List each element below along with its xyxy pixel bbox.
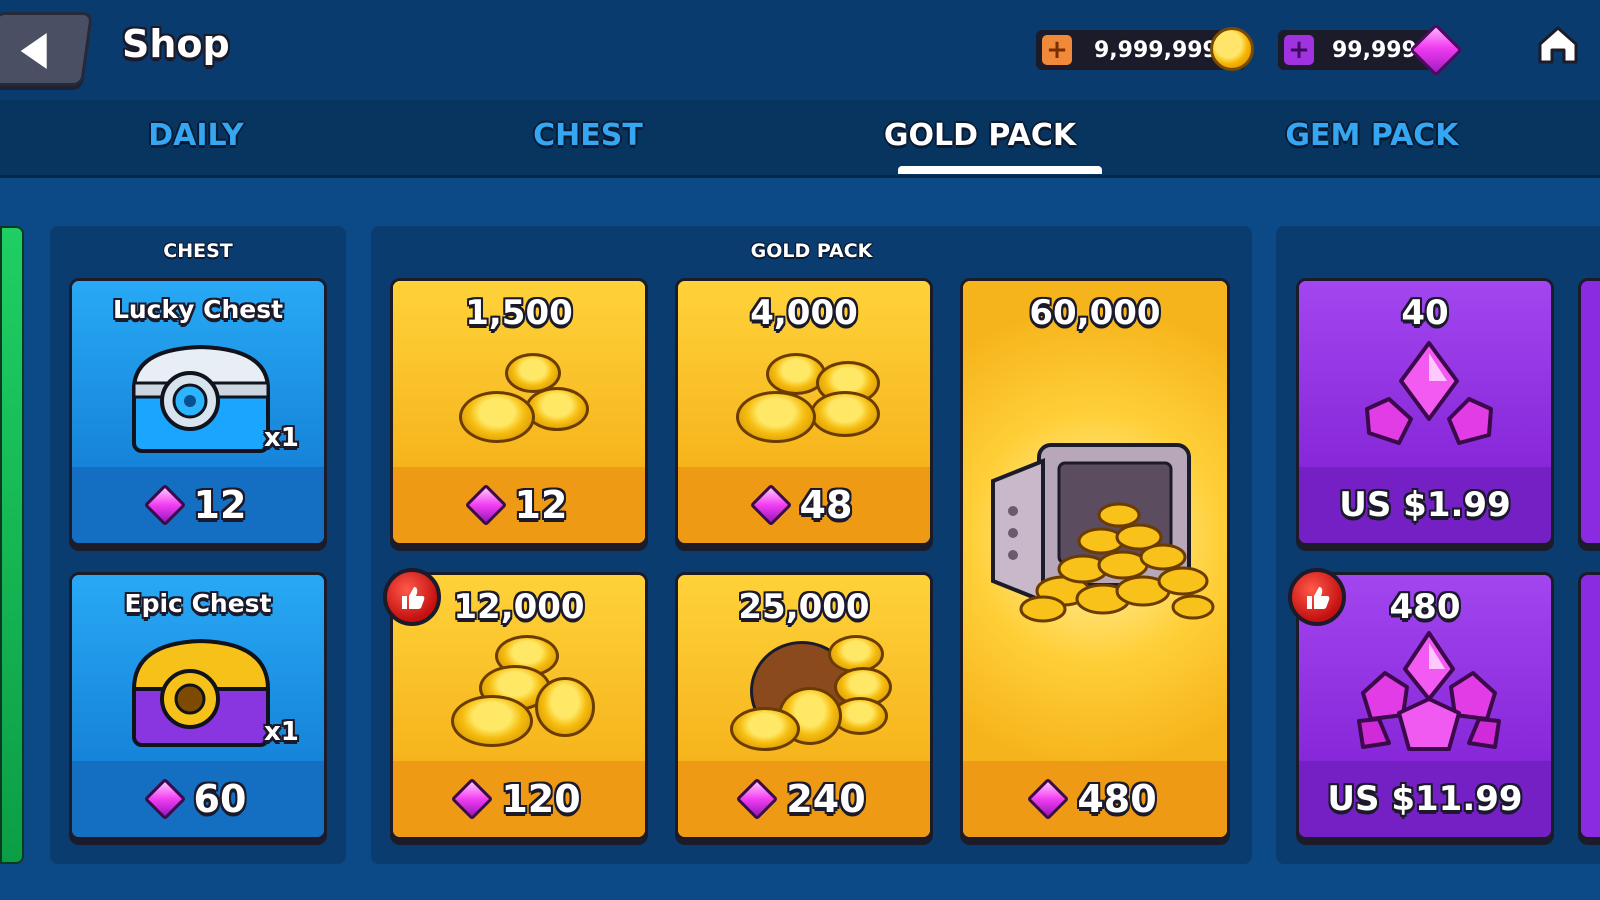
gold-pack-card[interactable]: 25,000 240 [675,572,933,840]
gem-icon [749,483,792,527]
gem-icon [143,483,186,527]
gems-pile-icon [1357,631,1501,751]
gold-amount-label: 60,000 [1029,293,1161,333]
epic-chest-name: Epic Chest [124,589,272,618]
lucky-chest-name: Lucky Chest [112,295,284,324]
gold-bag-icon [724,631,894,755]
gold-amount-label: 25,000 [738,587,870,627]
gold-amount: 9,999,999 [1094,37,1218,63]
gem-pack-card-partial[interactable] [1578,572,1600,840]
gold-coin-icon [1210,27,1254,71]
epic-chest-icon [131,638,271,747]
gold-coins-icon [736,351,886,451]
gold-pack-price: 12 [393,467,645,543]
gem-icon [1027,777,1070,821]
lucky-chest-price: 12 [72,467,324,543]
lucky-chest-card[interactable]: Lucky Chest x1 12 [69,278,327,546]
gem-amount-label: 40 [1401,293,1449,333]
gem-pack-price: US $11.99 [1299,761,1551,837]
top-bar: Shop + 9,999,999 + 99,999 [0,0,1600,100]
tab-bar: DAILY CHEST GOLD PACK GEM PACK [0,100,1600,178]
back-arrow-icon [20,33,47,69]
back-button[interactable] [0,12,94,86]
tab-gold-pack[interactable]: GOLD PACK [850,118,1110,153]
gem-amount: 99,999 [1332,37,1417,63]
recommended-badge [383,568,441,626]
active-tab-indicator [898,166,1102,174]
gem-icon [143,777,186,821]
epic-chest-price: 60 [72,761,324,837]
gold-pack-price: 48 [678,467,930,543]
gold-amount-label: 1,500 [465,293,573,333]
add-gems-button[interactable]: + [1284,35,1314,65]
lucky-chest-quantity: x1 [264,423,299,453]
page-title: Shop [122,22,230,66]
gold-pack-card[interactable]: 4,000 48 [675,278,933,546]
gold-coins-icon [451,633,601,753]
gem-icon [736,777,779,821]
add-gold-button[interactable]: + [1042,35,1072,65]
gold-pack-card-featured[interactable]: 60,000 480 [960,278,1230,840]
gold-pack-section-title: GOLD PACK [750,240,873,262]
lucky-chest-icon [131,344,271,453]
gem-pack-price: US $1.99 [1299,467,1551,543]
epic-chest-quantity: x1 [264,717,299,747]
tab-chest[interactable]: CHEST [458,118,718,153]
gold-vault-icon [991,443,1215,623]
recommended-badge [1288,568,1346,626]
thumbs-up-icon [402,587,425,609]
home-icon[interactable] [1537,24,1579,66]
gem-pack-card[interactable]: 40 US $1.99 [1296,278,1554,546]
gem-icon [451,777,494,821]
gold-pack-price: 480 [963,761,1227,837]
thumbs-up-icon [1307,587,1330,609]
gem-icon [464,483,507,527]
epic-chest-card[interactable]: Epic Chest x1 60 [69,572,327,840]
tab-daily[interactable]: DAILY [66,118,326,153]
gold-pack-price: 120 [393,761,645,837]
chest-section-title: CHEST [163,240,233,262]
tab-gem-pack[interactable]: GEM PACK [1242,118,1502,153]
gold-coins-icon [455,351,595,451]
gem-pack-card-partial[interactable] [1578,278,1600,546]
previous-section-edge [0,226,24,864]
gold-pack-card[interactable]: 1,500 12 [390,278,648,546]
gold-amount-label: 4,000 [750,293,858,333]
gems-icon [1365,341,1493,445]
gold-pack-price: 240 [678,761,930,837]
